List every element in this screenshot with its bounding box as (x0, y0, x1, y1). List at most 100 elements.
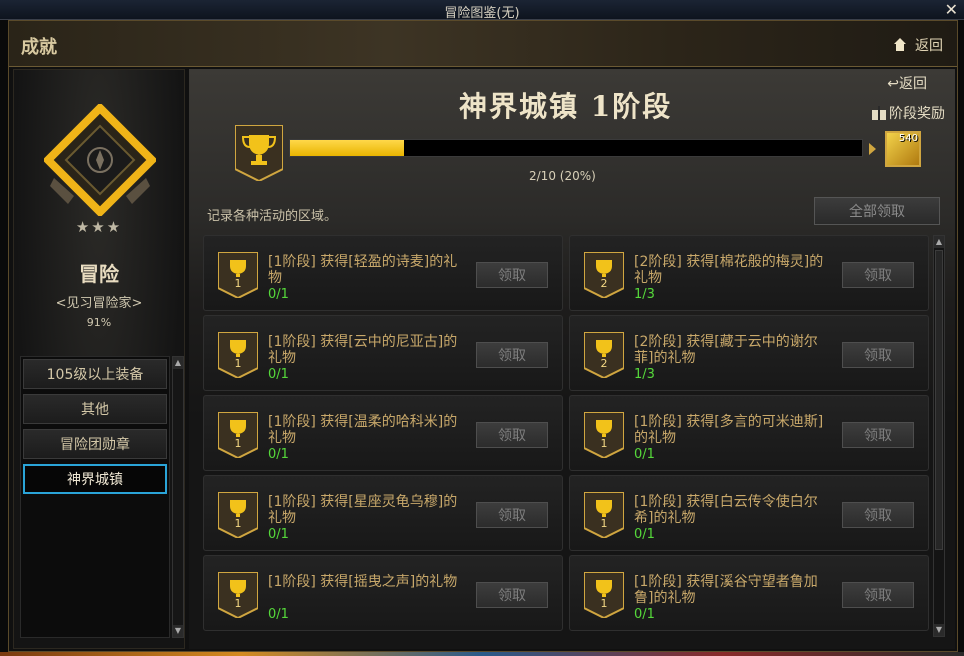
close-icon[interactable]: ✕ (945, 0, 958, 19)
achievement-window: 成就 返回 ★★★ 冒险 <见习冒险家> 91% 105级以上装备 其他 冒险团… (8, 20, 958, 652)
stage-back-label: 返回 (899, 76, 927, 92)
trophy-icon (583, 491, 625, 540)
achievement-text: [1阶段] 获得[云中的尼亚古]的礼物 (268, 334, 458, 366)
achievement-text: [1阶段] 获得[多言的可米迪斯]的礼物 (634, 414, 824, 446)
achievement-progress: 0/1 (634, 447, 655, 462)
window-titlebar: 冒险图鉴(无) ✕ (0, 0, 964, 21)
scroll-down-icon[interactable]: ▼ (173, 625, 183, 637)
stage-progress-text: 2/10 (20%) (529, 169, 596, 183)
claim-button[interactable]: 领取 (476, 422, 548, 448)
trophy-icon (217, 491, 259, 540)
achievement-progress: 1/3 (634, 367, 655, 382)
claim-all-button[interactable]: 全部领取 (814, 197, 940, 225)
claim-button[interactable]: 领取 (842, 582, 914, 608)
claim-button[interactable]: 领取 (842, 342, 914, 368)
achievement-card: 1 [1阶段] 获得[摇曳之声]的礼物 0/1 领取 (203, 555, 563, 631)
category-item-other[interactable]: 其他 (23, 394, 167, 424)
stage-back-button[interactable]: ↩返回 (887, 73, 927, 93)
trophy-icon (235, 125, 283, 181)
gift-icon (872, 106, 886, 120)
stage-progress-fill (290, 140, 405, 156)
achievement-text: [1阶段] 获得[轻盈的诗麦]的礼物 (268, 254, 458, 286)
achievement-card: 1 [1阶段] 获得[多言的可米迪斯]的礼物 0/1 领取 (569, 395, 929, 471)
header-bar: 成就 返回 (9, 21, 957, 67)
stage-reward-button[interactable]: 阶段奖励 (872, 103, 945, 123)
trophy-icon (217, 251, 259, 300)
stage-title: 神界城镇 1阶段 (459, 90, 673, 123)
home-back-button[interactable]: 返回 (893, 35, 943, 55)
achievement-progress: 0/1 (268, 367, 289, 382)
achievement-trophy: 2 (583, 251, 625, 300)
scroll-up-icon[interactable]: ▲ (173, 357, 183, 369)
scroll-thumb[interactable] (935, 250, 943, 550)
achievement-progress: 1/3 (634, 287, 655, 302)
achievement-trophy: 1 (583, 491, 625, 540)
achievement-trophy: 2 (583, 331, 625, 380)
scroll-down-icon[interactable]: ▼ (934, 624, 944, 636)
achievement-level: 1 (600, 437, 608, 450)
achievement-level: 1 (234, 517, 242, 530)
stage-panel: ↩返回 神界城镇 1阶段 阶段奖励 540 2/10 (20%) 记录各种活动的… (189, 69, 955, 649)
claim-button[interactable]: 领取 (476, 262, 548, 288)
trophy-icon (583, 571, 625, 620)
rank-emblem-icon (44, 104, 156, 216)
trophy-icon (583, 411, 625, 460)
achievement-card: 1 [1阶段] 获得[白云传令使白尔希]的礼物 0/1 领取 (569, 475, 929, 551)
achievement-level: 1 (234, 437, 242, 450)
achievement-card: 1 [1阶段] 获得[温柔的哈科米]的礼物 0/1 领取 (203, 395, 563, 471)
achievement-trophy: 1 (217, 571, 259, 620)
rank-title: <见习冒险家> (55, 296, 143, 311)
scroll-up-icon[interactable]: ▲ (934, 236, 944, 248)
achievement-card: 1 [1阶段] 获得[云中的尼亚古]的礼物 0/1 领取 (203, 315, 563, 391)
page-title: 成就 (21, 37, 57, 58)
achievement-level: 1 (234, 357, 242, 370)
achievement-card: 1 [1阶段] 获得[星座灵龟乌穆]的礼物 0/1 领取 (203, 475, 563, 551)
achievement-grid: 1 [1阶段] 获得[轻盈的诗麦]的礼物 0/1 领取 2 [2阶段] 获得[棉… (203, 235, 929, 637)
achievement-level: 2 (600, 277, 608, 290)
game-background-strip (0, 652, 964, 656)
achievement-card: 1 [1阶段] 获得[轻盈的诗麦]的礼物 0/1 领取 (203, 235, 563, 311)
category-item-medal[interactable]: 冒险团勋章 (23, 429, 167, 459)
claim-button[interactable]: 领取 (842, 422, 914, 448)
achievement-scrollbar[interactable]: ▲ ▼ (933, 235, 945, 637)
achievement-trophy: 1 (583, 411, 625, 460)
claim-button[interactable]: 领取 (476, 502, 548, 528)
achievement-card: 2 [2阶段] 获得[棉花般的梅灵]的礼物 1/3 领取 (569, 235, 929, 311)
rank-percent: 91% (86, 316, 112, 329)
trophy-icon (217, 411, 259, 460)
achievement-text: [1阶段] 获得[温柔的哈科米]的礼物 (268, 414, 458, 446)
achievement-progress: 0/1 (634, 607, 655, 622)
achievement-card: 1 [1阶段] 获得[溪谷守望者鲁加鲁]的礼物 0/1 领取 (569, 555, 929, 631)
claim-button[interactable]: 领取 (842, 502, 914, 528)
home-back-label: 返回 (915, 38, 943, 54)
stage-progress-bar (289, 139, 863, 157)
achievement-card: 2 [2阶段] 获得[藏于云中的谢尔菲]的礼物 1/3 领取 (569, 315, 929, 391)
achievement-text: [2阶段] 获得[藏于云中的谢尔菲]的礼物 (634, 334, 818, 366)
achievement-level: 1 (600, 597, 608, 610)
achievement-text: [1阶段] 获得[白云传令使白尔希]的礼物 (634, 494, 818, 526)
claim-button[interactable]: 领取 (842, 262, 914, 288)
reward-count: 540 (898, 133, 918, 144)
window-title: 冒险图鉴(无) (444, 6, 520, 21)
achievement-trophy: 1 (217, 411, 259, 460)
trophy-icon (217, 571, 259, 620)
achievement-level: 1 (234, 277, 242, 290)
profile-panel: ★★★ 冒险 <见习冒险家> 91% 105级以上装备 其他 冒险团勋章 神界城… (13, 69, 185, 649)
category-scrollbar[interactable]: ▲ ▼ (172, 356, 184, 638)
achievement-trophy: 1 (217, 491, 259, 540)
stage-reward-label: 阶段奖励 (889, 106, 945, 122)
achievement-progress: 0/1 (268, 527, 289, 542)
stage-reward-item[interactable]: 540 (885, 131, 921, 167)
category-list: 105级以上装备 其他 冒险团勋章 神界城镇 (20, 356, 170, 638)
achievement-progress: 0/1 (268, 447, 289, 462)
rank-stars: ★★★ (75, 218, 123, 236)
category-item-divine-town[interactable]: 神界城镇 (23, 464, 167, 494)
claim-button[interactable]: 领取 (476, 582, 548, 608)
achievement-trophy: 1 (217, 251, 259, 300)
stage-description: 记录各种活动的区域。 (207, 209, 338, 224)
home-icon (893, 38, 907, 52)
category-item-equipment[interactable]: 105级以上装备 (23, 359, 167, 389)
achievement-progress: 0/1 (268, 287, 289, 302)
claim-button[interactable]: 领取 (476, 342, 548, 368)
achievement-progress: 0/1 (634, 527, 655, 542)
